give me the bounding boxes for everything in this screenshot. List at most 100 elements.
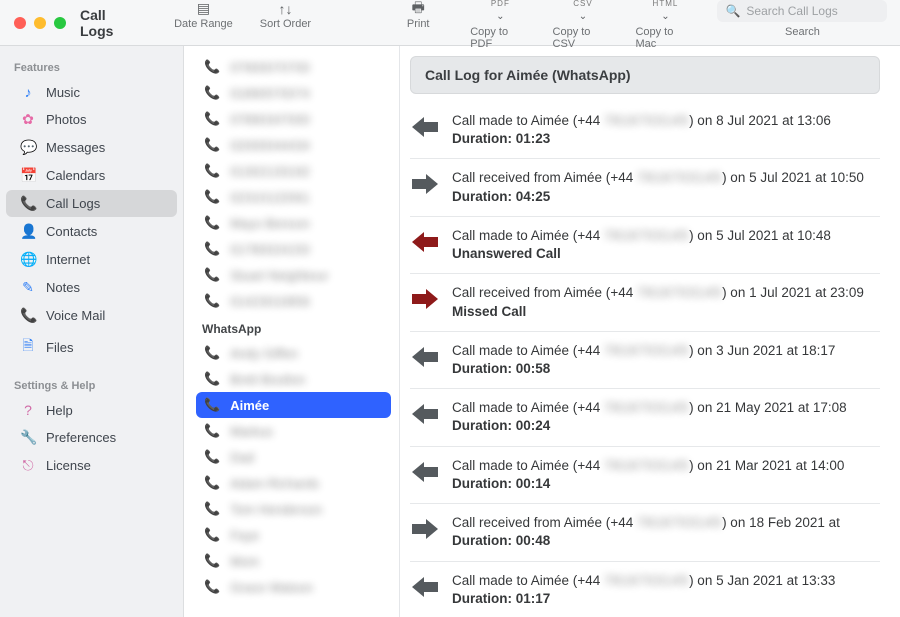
call-log-datetime: ) on 3 Jun 2021 at 18:17	[689, 343, 835, 358]
sidebar-item-label: Contacts	[46, 224, 97, 239]
sidebar-item-internet[interactable]: 🌐Internet	[6, 246, 177, 273]
sidebar-item-files[interactable]: 🗎Files	[6, 330, 177, 364]
pdf-mark: PDF	[491, 0, 510, 8]
messages-icon: 💬	[20, 139, 36, 156]
outgoing-arrow-icon	[412, 576, 438, 598]
call-log-description: Call received from Aimée (	[452, 170, 610, 185]
chevron-down-icon: ⌄	[661, 8, 669, 26]
contact-row[interactable]: 📞Faye	[196, 522, 391, 548]
call-log-text: Call received from Aimée (+44 7816703145…	[452, 169, 874, 205]
contact-row[interactable]: 📞Aimée	[196, 392, 391, 418]
call-log-text: Call received from Aimée (+44 7816703145…	[452, 284, 874, 320]
contact-label: 01423010856	[230, 294, 310, 309]
contact-row[interactable]: 📞01302133192	[196, 158, 391, 184]
call-log-row[interactable]: Call made to Aimée (+44 7816703145) on 3…	[410, 332, 880, 389]
call-log-row[interactable]: Call made to Aimée (+44 7816703145) on 2…	[410, 389, 880, 446]
search-label: Search	[785, 26, 820, 38]
call-log-description: Call made to Aimée (	[452, 343, 577, 358]
copy-pdf-button[interactable]: PDF ⌄ Copy to PDF	[470, 0, 530, 50]
sidebar-item-label: Music	[46, 85, 80, 100]
contact-row[interactable]: 📞01423010856	[196, 288, 391, 314]
call-log-text: Call made to Aimée (+44 7816703145) on 5…	[452, 572, 874, 608]
contact-row[interactable]: 📞Markus	[196, 418, 391, 444]
sidebar-item-call-logs[interactable]: 📞Call Logs	[6, 190, 177, 217]
sidebar-section-settings: Settings & Help	[0, 374, 183, 396]
copy-mac-button[interactable]: HTML ⌄ Copy to Mac	[635, 0, 695, 50]
contact-row[interactable]: 📞02000044434	[196, 132, 391, 158]
contact-row[interactable]: 📞Grace Watson	[196, 574, 391, 600]
phone-icon: 📞	[204, 579, 220, 595]
sidebar-item-contacts[interactable]: 👤Contacts	[6, 218, 177, 245]
photos-icon: ✿	[20, 111, 36, 128]
call-log-datetime: ) on 8 Jul 2021 at 13:06	[689, 113, 831, 128]
call-log-datetime: ) on 5 Jul 2021 at 10:48	[689, 228, 831, 243]
sidebar-item-music[interactable]: ♪ Music	[6, 79, 177, 105]
phone-number-masked: 7816703145	[604, 342, 689, 360]
main-body: Features ♪Music✿Photos💬Messages📅Calendar…	[0, 46, 900, 617]
window-maximize-button[interactable]	[54, 17, 66, 29]
sidebar-item-preferences[interactable]: 🔧Preferences	[6, 424, 177, 451]
contact-label: 01302133192	[230, 164, 310, 179]
search-placeholder: Search Call Logs	[746, 4, 837, 18]
sidebar-item-label: Call Logs	[46, 196, 100, 211]
phone-icon: 📞	[204, 475, 220, 491]
music-icon: ♪	[20, 84, 36, 100]
print-button[interactable]: 🖶 Print	[388, 0, 448, 30]
window-controls	[0, 17, 80, 29]
phone-icon: 📞	[204, 85, 220, 101]
call-log-duration: Duration: 00:24	[452, 417, 874, 435]
contact-label: Markus	[230, 424, 273, 439]
calendars-icon: 📅	[20, 167, 36, 184]
contact-row[interactable]: 📞Adam Richards	[196, 470, 391, 496]
search-input[interactable]: 🔍 Search Call Logs	[717, 0, 887, 22]
contact-label: 02310122061	[230, 190, 310, 205]
sidebar-item-photos[interactable]: ✿Photos	[6, 106, 177, 133]
window-close-button[interactable]	[14, 17, 26, 29]
contact-row[interactable]: 📞07900070700	[196, 54, 391, 80]
search-group: 🔍 Search Call Logs Search	[717, 0, 887, 38]
call-log-duration: Unanswered Call	[452, 245, 874, 263]
outgoing-arrow-icon	[412, 461, 438, 483]
contact-row[interactable]: 📞01890570074	[196, 80, 391, 106]
call-log-row[interactable]: Call received from Aimée (+44 7816703145…	[410, 274, 880, 331]
contact-row[interactable]: 📞01780024150	[196, 236, 391, 262]
sidebar-item-notes[interactable]: ✎Notes	[6, 274, 177, 301]
contact-label: 01780024150	[230, 242, 310, 257]
call-log-row[interactable]: Call made to Aimée (+44 7816703145) on 5…	[410, 217, 880, 274]
sidebar-item-voice-mail[interactable]: 📞Voice Mail	[6, 302, 177, 329]
app-title: Call Logs	[80, 7, 173, 39]
call-log-row[interactable]: Call made to Aimée (+44 7816703145) on 5…	[410, 562, 880, 617]
copy-csv-button[interactable]: CSV ⌄ Copy to CSV	[553, 0, 614, 50]
call-log-description: Call made to Aimée (	[452, 458, 577, 473]
contact-row[interactable]: 📞Stuart Neighbour	[196, 262, 391, 288]
window-minimize-button[interactable]	[34, 17, 46, 29]
sort-order-button[interactable]: ↑↓ Sort Order	[255, 0, 315, 30]
contact-row[interactable]: 📞Brett Boulton	[196, 366, 391, 392]
phone-icon: 📞	[204, 345, 220, 361]
contact-row[interactable]: 📞Mom	[196, 548, 391, 574]
call-log-row[interactable]: Call received from Aimée (+44 7816703145…	[410, 159, 880, 216]
call-log-datetime: ) on 5 Jan 2021 at 13:33	[689, 573, 835, 588]
contact-list[interactable]: 📞07900070700📞01890570074📞07890347000📞020…	[184, 46, 400, 617]
sidebar-item-calendars[interactable]: 📅Calendars	[6, 162, 177, 189]
detail-header: Call Log for Aimée (WhatsApp)	[410, 56, 880, 94]
call-log-row[interactable]: Call made to Aimée (+44 7816703145) on 8…	[410, 102, 880, 159]
date-range-button[interactable]: ▤ Date Range	[173, 0, 233, 30]
call-log-row[interactable]: Call received from Aimée (+44 7816703145…	[410, 504, 880, 561]
contact-row[interactable]: 📞Andy Giffen	[196, 340, 391, 366]
contact-row[interactable]: 📞Dad	[196, 444, 391, 470]
phone-number-masked: 7816703145	[604, 227, 689, 245]
sidebar-item-help[interactable]: ?Help	[6, 397, 177, 423]
sidebar-item-label: Help	[46, 403, 73, 418]
call-log-detail[interactable]: Call Log for Aimée (WhatsApp) Call made …	[400, 46, 900, 617]
sidebar-item-license[interactable]: ⎋License	[6, 452, 177, 479]
contact-row[interactable]: 📞02310122061	[196, 184, 391, 210]
sidebar-item-messages[interactable]: 💬Messages	[6, 134, 177, 161]
contact-row[interactable]: 📞Tom Henderson	[196, 496, 391, 522]
phone-prefix: +44	[577, 400, 604, 415]
phone-prefix: +44	[577, 343, 604, 358]
contact-row[interactable]: 📞Mayo Benson	[196, 210, 391, 236]
call-log-row[interactable]: Call made to Aimée (+44 7816703145) on 2…	[410, 447, 880, 504]
phone-number-masked: 7816703145	[604, 399, 689, 417]
contact-row[interactable]: 📞07890347000	[196, 106, 391, 132]
